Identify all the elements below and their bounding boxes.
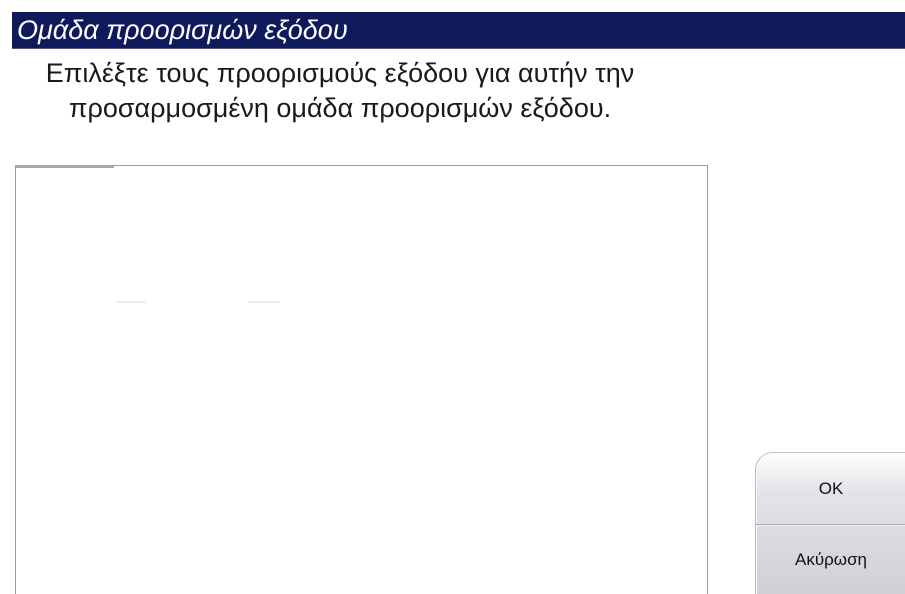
list-header-mark bbox=[16, 165, 114, 168]
title-bar: Ομάδα προορισμών εξόδου bbox=[12, 12, 905, 49]
list-placeholder-mark bbox=[248, 301, 280, 303]
cancel-button[interactable]: Ακύρωση bbox=[756, 525, 905, 594]
instruction-text: Επιλέξτε τους προορισμούς εξόδου για αυτ… bbox=[45, 58, 635, 123]
list-placeholder-mark bbox=[116, 301, 146, 303]
ok-button[interactable]: OK bbox=[756, 453, 905, 524]
output-destination-list[interactable] bbox=[15, 165, 708, 594]
dialog-title: Ομάδα προορισμών εξόδου bbox=[17, 15, 348, 45]
output-group-dialog: Ομάδα προορισμών εξόδου Επιλέξτε τους πρ… bbox=[0, 0, 905, 594]
action-button-panel: OK Ακύρωση bbox=[755, 452, 905, 594]
